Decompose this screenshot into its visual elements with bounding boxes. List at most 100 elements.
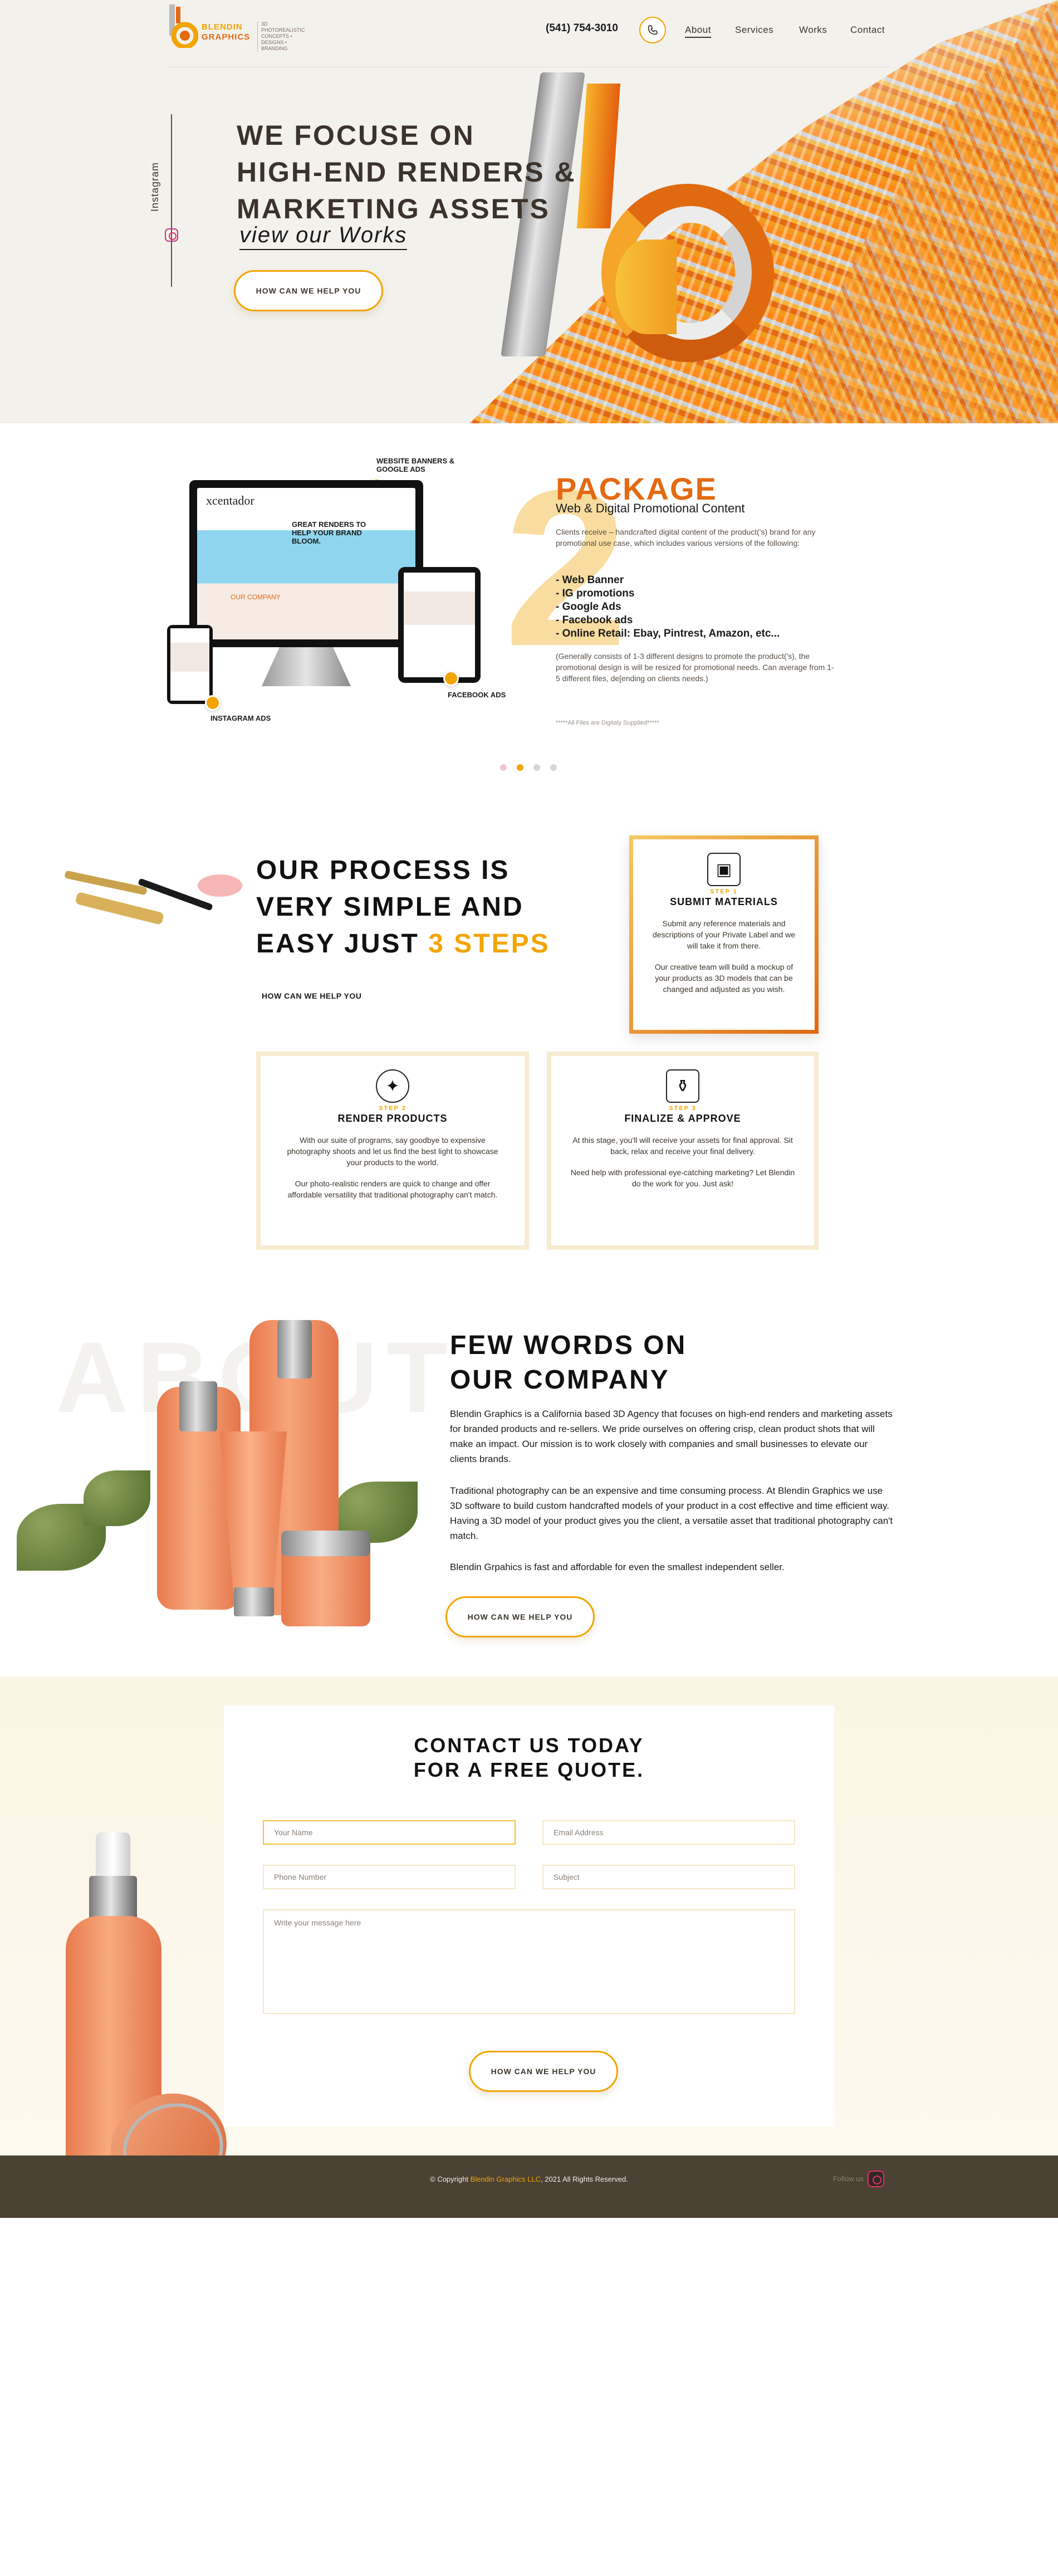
process-card-step2: ✦ STEP 2 RENDER PRODUCTS With our suite … (256, 1052, 529, 1250)
package-note: *****All Files are Digitaly Supplied****… (556, 720, 659, 726)
about-title-line: OUR COMPANY (450, 1365, 670, 1395)
card-text: Our creative team will build a mockup of… (654, 962, 794, 994)
phone-icon (648, 25, 658, 35)
package-details: (Generally consists of 1-3 different des… (556, 652, 834, 683)
check-badge-icon (205, 695, 221, 711)
hero-b-sculpture-inner (615, 239, 677, 334)
about-help-button[interactable]: HOW CAN WE HELP YOU (445, 1596, 595, 1638)
mockup-headline: GREAT RENDERS TO HELP YOUR BRAND BLOOM. (292, 520, 366, 545)
phone-mockup (167, 625, 213, 704)
product-bottle-cap (277, 1320, 312, 1379)
message-field[interactable]: Write your message here (263, 1909, 795, 2014)
tablet-mockup (398, 567, 481, 683)
process-title-line: OUR PROCESS IS (256, 856, 510, 885)
nav-services[interactable]: Services (735, 25, 773, 36)
social-rail-line (171, 114, 172, 287)
label-facebook-ads: FACEBOOK ADS (448, 691, 506, 699)
package-items: - Web Banner - IG promotions - Google Ad… (556, 574, 780, 641)
about-paragraph: Traditional photography can be an expens… (450, 1485, 893, 1541)
instagram-link-label[interactable]: Instagram (149, 162, 161, 212)
instagram-icon[interactable] (868, 2171, 884, 2187)
contact-title: CONTACT US TODAY FOR A FREE QUOTE. (224, 1733, 834, 1782)
bottle-icon: ⚱ (666, 1069, 699, 1103)
process-title-line: VERY SIMPLE AND (256, 892, 524, 922)
process-card-step3: ⚱ STEP 3 FINALIZE & APPROVE At this stag… (547, 1052, 819, 1250)
mockup-section: OUR COMPANY (231, 593, 281, 601)
follow-us-label: Follow us (833, 2174, 864, 2183)
carousel-dot[interactable] (550, 764, 557, 771)
list-item: - Google Ads (556, 601, 621, 613)
footer (0, 2155, 1058, 2218)
process-title-line: EASY JUST (256, 929, 429, 959)
nav-about[interactable]: About (685, 25, 711, 38)
card-text: Our photo-realistic renders are quick to… (287, 1179, 498, 1199)
name-field[interactable]: Your Name (263, 1820, 516, 1845)
copyright-prefix: © Copyright (430, 2175, 471, 2183)
mockup-brand: xcentador (206, 493, 254, 507)
desktop-mockup: xcentador GREAT RENDERS TO HELP YOUR BRA… (189, 480, 423, 647)
desktop-mockup-screen: xcentador GREAT RENDERS TO HELP YOUR BRA… (197, 488, 415, 639)
card-step-label: STEP 2 (379, 1105, 406, 1112)
view-works-link[interactable]: view our Works (239, 223, 408, 250)
mascara-image (65, 871, 242, 925)
phone-call-button[interactable] (639, 17, 666, 43)
list-item: - Facebook ads (556, 614, 633, 626)
brand-tagline: 3D PHOTOREALISTIC CONCEPTS • DESIGNS • B… (257, 21, 307, 52)
nav-works[interactable]: Works (799, 25, 827, 36)
process-title-accent: 3 STEPS (428, 929, 550, 959)
rocket-icon: ✦ (376, 1069, 409, 1103)
label-website-banners: WEBSITE BANNERS & GOOGLE ADS (376, 457, 455, 473)
carousel-dot-active[interactable] (517, 764, 523, 771)
process-card-step1: ▣ STEP 1 SUBMIT MATERIALS Submit any ref… (629, 835, 819, 1034)
spray-bottle-nozzle (96, 1832, 130, 1880)
process-title: OUR PROCESS IS VERY SIMPLE AND EASY JUST… (256, 852, 550, 962)
brand-name[interactable]: BLENDIN GRAPHICS (202, 22, 250, 42)
subject-field[interactable]: Subject (542, 1865, 795, 1889)
hero-title: WE FOCUSE ON HIGH-END RENDERS & MARKETIN… (237, 117, 576, 227)
about-paragraph: Blendin Graphics is a California based 3… (450, 1409, 893, 1464)
hero-help-button[interactable]: HOW CAN WE HELP YOU (234, 270, 383, 311)
nav-contact[interactable]: Contact (850, 25, 885, 36)
copyright-suffix: , 2021 All Rights Reserved. (541, 2175, 628, 2183)
card-step-label: STEP 1 (710, 888, 738, 895)
package-intro: Clients receive – handcrafted digital co… (556, 527, 816, 548)
contact-submit-button[interactable]: HOW CAN WE HELP YOU (469, 2051, 618, 2092)
brand-logo-icon[interactable] (167, 4, 198, 48)
card-title: SUBMIT MATERIALS (670, 896, 778, 907)
card-text: Need help with professional eye-catching… (570, 1168, 795, 1188)
contact-title-line: FOR A FREE QUOTE. (413, 1758, 645, 1781)
tablet-mockup-screen (404, 573, 475, 677)
leaves-image (84, 1470, 150, 1526)
footer-copyright: © Copyright Blendin Graphics LLC, 2021 A… (0, 2175, 1058, 2183)
product-bottle-cap (179, 1381, 217, 1431)
about-paragraph: Blendin Grpahics is fast and affordable … (450, 1562, 785, 1572)
card-step-label: STEP 3 (669, 1105, 697, 1112)
carousel-dot[interactable] (500, 764, 507, 771)
email-field[interactable]: Email Address (542, 1820, 795, 1845)
card-title: RENDER PRODUCTS (337, 1113, 448, 1124)
check-badge-icon (443, 671, 459, 686)
about-title: FEW WORDS ON OUR COMPANY (450, 1328, 687, 1397)
desktop-mockup-stand (262, 647, 351, 686)
instagram-icon[interactable] (165, 228, 178, 242)
card-text: Submit any reference materials and descr… (652, 919, 796, 950)
about-title-line: FEW WORDS ON (450, 1331, 687, 1360)
copyright-brand-link[interactable]: Blendin Graphics LLC (471, 2175, 541, 2183)
list-item: - IG promotions (556, 588, 635, 599)
list-item: - Online Retail: Ebay, Pintrest, Amazon,… (556, 628, 780, 639)
carousel-dot[interactable] (533, 764, 540, 771)
card-title: FINALIZE & APPROVE (624, 1113, 741, 1124)
card-text: At this stage, you'll will receive your … (572, 1136, 793, 1156)
phone-mockup-screen (170, 628, 209, 701)
product-jar-lid (281, 1531, 370, 1556)
brand-name-line1: BLENDIN (202, 22, 243, 32)
carousel-dots (500, 764, 557, 771)
card-text: With our suite of programs, say goodbye … (287, 1136, 498, 1167)
header-phone-number[interactable]: (541) 754-3010 (546, 22, 618, 35)
phone-field[interactable]: Phone Number (263, 1865, 516, 1889)
hero-title-line: MARKETING ASSETS (237, 193, 550, 224)
hero-b-sculpture-orange-stem (576, 84, 621, 228)
label-instagram-ads: INSTAGRAM ADS (210, 714, 271, 722)
brand-name-line2: GRAPHICS (202, 32, 251, 42)
process-help-link[interactable]: HOW CAN WE HELP YOU (262, 991, 361, 1000)
